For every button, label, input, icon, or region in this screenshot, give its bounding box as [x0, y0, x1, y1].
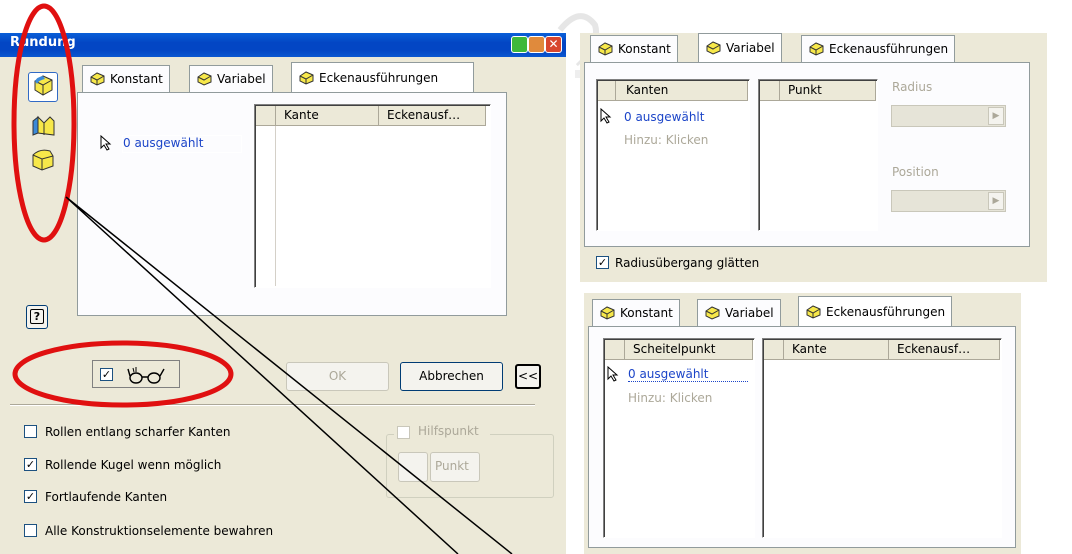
glasses-icon: [124, 364, 174, 387]
full-round-fillet-button[interactable]: [30, 146, 58, 174]
tab-label: Variabel: [217, 72, 266, 86]
help-label: ?: [29, 309, 45, 324]
tab-konstant[interactable]: Konstant: [82, 65, 170, 92]
dialog-title: Rundung: [10, 35, 76, 50]
selection-cursor-icon[interactable]: [99, 134, 113, 155]
punkt-list[interactable]: [758, 79, 878, 231]
list-corner-header: [764, 340, 784, 360]
option-label-bewahren: Alle Konstruktionselemente bewahren: [45, 524, 274, 538]
add-hint: Hinzu: Klicken: [628, 391, 713, 405]
konstant-tab-icon: [90, 72, 105, 86]
hilfspunkt-checkbox[interactable]: [397, 426, 410, 439]
help-button[interactable]: ?: [26, 305, 48, 329]
smooth-transition-label: Radiusübergang glätten: [615, 256, 760, 270]
selection-count[interactable]: 0 ausgewählt: [624, 110, 704, 124]
tab-label: Konstant: [110, 72, 163, 86]
option-checkbox-fortlaufend[interactable]: ✓: [24, 490, 37, 503]
edge-fillet-icon: [34, 75, 53, 96]
tab-label: Eckenausführungen: [829, 42, 949, 56]
selection-count[interactable]: 0 ausgewählt: [122, 135, 242, 153]
column-header-eckenausf[interactable]: Eckenausf…: [889, 340, 1000, 360]
tab-eckenausfuehrungen[interactable]: Eckenausführungen: [801, 35, 956, 62]
preview-checkbox[interactable]: ✓: [100, 368, 113, 381]
ok-button[interactable]: OK: [286, 362, 389, 391]
tab-konstant[interactable]: Konstant: [590, 35, 678, 62]
option-checkbox-kugel[interactable]: ✓: [24, 458, 37, 471]
variabel-tab-icon: [706, 41, 721, 55]
tab-label: Variabel: [725, 306, 774, 320]
tab-variabel[interactable]: Variabel: [189, 65, 273, 92]
list-corner-header: [760, 81, 780, 101]
selection-cursor-icon[interactable]: [606, 365, 620, 385]
list-corner-body-separator: [275, 126, 276, 286]
tab-variabel[interactable]: Variabel: [697, 299, 781, 326]
konstant-tab-icon: [598, 42, 613, 56]
tab-variabel[interactable]: Variabel: [698, 33, 782, 63]
option-checkbox-bewahren[interactable]: [24, 524, 37, 537]
eckenausfuehrungen-tab-icon: [299, 70, 314, 85]
option-checkbox-rollen[interactable]: [24, 425, 37, 438]
column-header-scheitelpunkt[interactable]: Scheitelpunkt: [625, 340, 753, 360]
tab-label: Variabel: [726, 41, 775, 55]
option-label-kugel: Rollende Kugel wenn möglich: [45, 458, 222, 472]
position-label: Position: [892, 165, 939, 179]
position-arrow-icon[interactable]: ▶: [988, 192, 1004, 210]
list-corner-header: [605, 340, 625, 360]
selection-cursor-icon[interactable]: [599, 107, 613, 127]
face-fillet-button[interactable]: [30, 113, 58, 139]
full-round-fillet-icon: [32, 149, 54, 171]
kante-list[interactable]: [762, 338, 1002, 538]
column-header-punkt[interactable]: Punkt: [780, 81, 876, 101]
cancel-button[interactable]: Abbrechen: [400, 362, 503, 391]
close-window-button[interactable]: ✕: [545, 36, 562, 53]
help-window-button[interactable]: [511, 36, 528, 53]
tab-label: Eckenausführungen: [319, 70, 439, 85]
tab-konstant[interactable]: Konstant: [592, 299, 680, 326]
variabel-tab-icon: [705, 306, 720, 320]
option-label-fortlaufend: Fortlaufende Kanten: [45, 490, 168, 504]
tab-label: Konstant: [618, 42, 671, 56]
list-corner-header: [256, 106, 276, 126]
option-label-rollen: Rollen entlang scharfer Kanten: [45, 425, 231, 439]
kanten-list[interactable]: [596, 79, 750, 231]
tab-label: Konstant: [620, 306, 673, 320]
radius-arrow-icon[interactable]: ▶: [988, 107, 1004, 125]
radius-label: Radius: [892, 80, 933, 94]
column-header-kante[interactable]: Kante: [784, 340, 889, 360]
variabel-tab-icon: [197, 72, 212, 86]
separator-line: [10, 404, 535, 406]
edge-fillet-button[interactable]: [28, 72, 58, 102]
dialog-titlebar[interactable]: Rundung ✕: [0, 33, 566, 57]
eckenausfuehrungen-tab-icon: [809, 42, 824, 56]
column-header-kante[interactable]: Kante: [276, 106, 379, 126]
tab-label: Eckenausführungen: [826, 304, 946, 319]
punkt-button[interactable]: Punkt: [430, 452, 480, 482]
minimize-window-button[interactable]: [528, 36, 545, 53]
tab-eckenausfuehrungen[interactable]: Eckenausführungen: [798, 296, 953, 327]
konstant-tab-icon: [600, 306, 615, 320]
column-header-eckenausf[interactable]: Eckenausf…: [379, 106, 486, 126]
tab-eckenausfuehrungen[interactable]: Eckenausführungen: [291, 62, 474, 93]
more-button[interactable]: <<: [515, 364, 541, 389]
list-corner-header: [598, 81, 616, 101]
column-header-kanten[interactable]: Kanten: [616, 81, 748, 101]
hilfspunkt-label: Hilfspunkt: [418, 424, 479, 438]
face-fillet-icon: [32, 115, 55, 136]
eckenausfuehrungen-tab-icon: [806, 304, 821, 319]
punkt-pick-button[interactable]: [398, 452, 428, 482]
selection-count[interactable]: 0 ausgewählt: [628, 367, 748, 382]
smooth-transition-checkbox[interactable]: ✓: [596, 256, 609, 269]
edge-list[interactable]: [254, 104, 491, 288]
add-hint: Hinzu: Klicken: [624, 133, 709, 147]
